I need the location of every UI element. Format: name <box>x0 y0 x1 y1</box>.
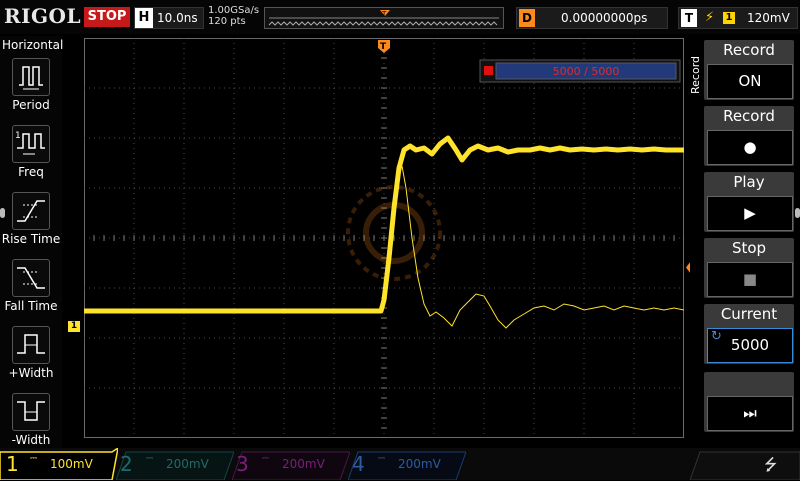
status-tab-frame <box>690 451 800 480</box>
stop-label: Stop <box>731 239 767 257</box>
dc-coupling-icon: ⎓ <box>262 454 270 464</box>
current-frame-field[interactable]: ↻ 5000 <box>707 328 793 363</box>
channel2-tab[interactable]: 2 ⎓ 200mV <box>116 448 234 480</box>
sample-rate: 1.00GSa/s <box>208 5 260 16</box>
positive-width-label: +Width <box>8 366 54 380</box>
period-label: Period <box>12 98 50 112</box>
overview-wave-zigzag <box>268 21 498 26</box>
record-indicator-icon <box>484 66 493 75</box>
measure-menu: Horizontal Period 1 Freq Rise Time Fall … <box>0 36 64 448</box>
channel1-waveform-frame <box>379 165 685 329</box>
fall-time-icon <box>12 259 50 297</box>
right-panel-handle[interactable] <box>795 208 800 218</box>
next-frame-button[interactable]: ⏭ <box>704 372 794 432</box>
waveform-overview-bar[interactable]: T <box>264 7 504 29</box>
play-icon: ▶ <box>707 196 793 231</box>
play-label: Play <box>733 173 765 191</box>
sample-info: 1.00GSa/s 120 pts <box>208 5 259 27</box>
frame-counter-text: 5000 / 5000 <box>553 65 620 78</box>
svg-text:T: T <box>380 42 387 52</box>
channel4-tab[interactable]: 4 ⎓ 200mV <box>348 448 466 480</box>
horizontal-timebase[interactable]: H 10.0ns <box>134 7 204 29</box>
channel1-tab[interactable]: 1 ⎓ 100mV <box>0 448 118 480</box>
channel4-scale: 200mV <box>398 457 441 471</box>
measure-positive-width-button[interactable]: +Width <box>0 326 62 392</box>
fall-time-label: Fall Time <box>4 299 58 313</box>
measure-rise-time-button[interactable]: Rise Time <box>0 192 62 258</box>
dc-coupling-icon: ⎓ <box>378 454 386 464</box>
rise-time-label: Rise Time <box>1 232 61 246</box>
overview-waveform: T <box>268 10 499 26</box>
edge-trigger-icon: ⚡ <box>705 10 715 25</box>
trigger-level-value: 120mV <box>747 11 790 25</box>
negative-width-label: -Width <box>11 433 51 447</box>
dc-coupling-icon: ⎓ <box>146 454 154 464</box>
graticule <box>83 37 685 439</box>
record-toggle-label: Record <box>723 41 775 59</box>
record-toggle-value: ON <box>707 64 793 99</box>
stop-button[interactable]: Stop ■ <box>704 238 794 298</box>
svg-text:1: 1 <box>15 131 21 141</box>
top-status-bar: RIGOL STOP H 10.0ns 1.00GSa/s 120 pts T … <box>0 0 800 34</box>
horizontal-tag: H <box>135 8 153 28</box>
channel2-number: 2 <box>120 452 133 476</box>
delay-tag: D <box>519 9 535 27</box>
record-start-label: Record <box>723 107 775 125</box>
brand-logo: RIGOL <box>4 4 82 28</box>
channel3-scale: 200mV <box>282 457 325 471</box>
negative-width-icon <box>12 393 50 431</box>
trigger-settings[interactable]: T ⚡ 1 120mV <box>678 7 798 29</box>
waveform-display[interactable]: T 5000 / 5000 <box>83 37 685 439</box>
dc-coupling-icon: ⎓ <box>30 454 38 464</box>
channel1-number: 1 <box>6 452 19 476</box>
waveform-grid: T 5000 / 5000 <box>83 37 685 439</box>
measure-period-button[interactable]: Period <box>0 58 62 124</box>
measure-freq-button[interactable]: 1 Freq <box>0 125 62 191</box>
record-start-button[interactable]: Record ● <box>704 106 794 166</box>
svg-text:Record: Record <box>690 56 702 94</box>
left-panel-handle[interactable] <box>0 208 5 218</box>
positive-width-icon <box>12 326 50 364</box>
overview-trigger-label: T <box>381 10 387 18</box>
rise-time-icon <box>12 192 50 230</box>
usb-icon: ⭍ <box>764 455 778 474</box>
frequency-icon: 1 <box>12 125 50 163</box>
trigger-delay[interactable]: D 0.00000000ps <box>516 7 668 29</box>
measure-fall-time-button[interactable]: Fall Time <box>0 259 62 325</box>
timebase-value: 10.0ns <box>157 11 198 25</box>
skip-forward-icon: ⏭ <box>707 396 793 431</box>
record-dot-icon: ● <box>707 130 793 165</box>
period-icon <box>12 58 50 96</box>
channel-status-bar: 1 ⎓ 100mV 2 ⎓ 200mV 3 ⎓ 200mV 4 ⎓ 200mV … <box>0 448 800 480</box>
run-stop-status[interactable]: STOP <box>84 7 130 27</box>
frame-counter-box: 5000 / 5000 <box>479 59 681 83</box>
stop-square-icon: ■ <box>707 262 793 297</box>
freq-label: Freq <box>18 165 44 179</box>
trigger-position-marker: T <box>378 40 390 53</box>
rotate-knob-icon: ↻ <box>711 329 722 344</box>
play-button[interactable]: Play ▶ <box>704 172 794 232</box>
trigger-tag: T <box>681 9 697 27</box>
channel2-scale: 200mV <box>166 457 209 471</box>
channel1-offset-marker[interactable]: 1 <box>68 321 80 332</box>
channel3-number: 3 <box>236 452 249 476</box>
channel4-number: 4 <box>352 452 365 476</box>
trigger-source-channel: 1 <box>723 12 735 24</box>
memory-depth: 120 pts <box>208 16 246 27</box>
current-frame-value: 5000 <box>730 336 770 354</box>
record-menu-title-vertical: Record <box>690 56 702 94</box>
delay-value: 0.00000000ps <box>561 11 648 25</box>
current-frame-button[interactable]: Current ↻ 5000 <box>704 304 794 364</box>
channel3-tab[interactable]: 3 ⎓ 200mV <box>232 448 350 480</box>
channel1-scale: 100mV <box>50 457 93 471</box>
measure-menu-title: Horizontal <box>2 38 64 52</box>
record-toggle-button[interactable]: Record ON <box>704 40 794 100</box>
